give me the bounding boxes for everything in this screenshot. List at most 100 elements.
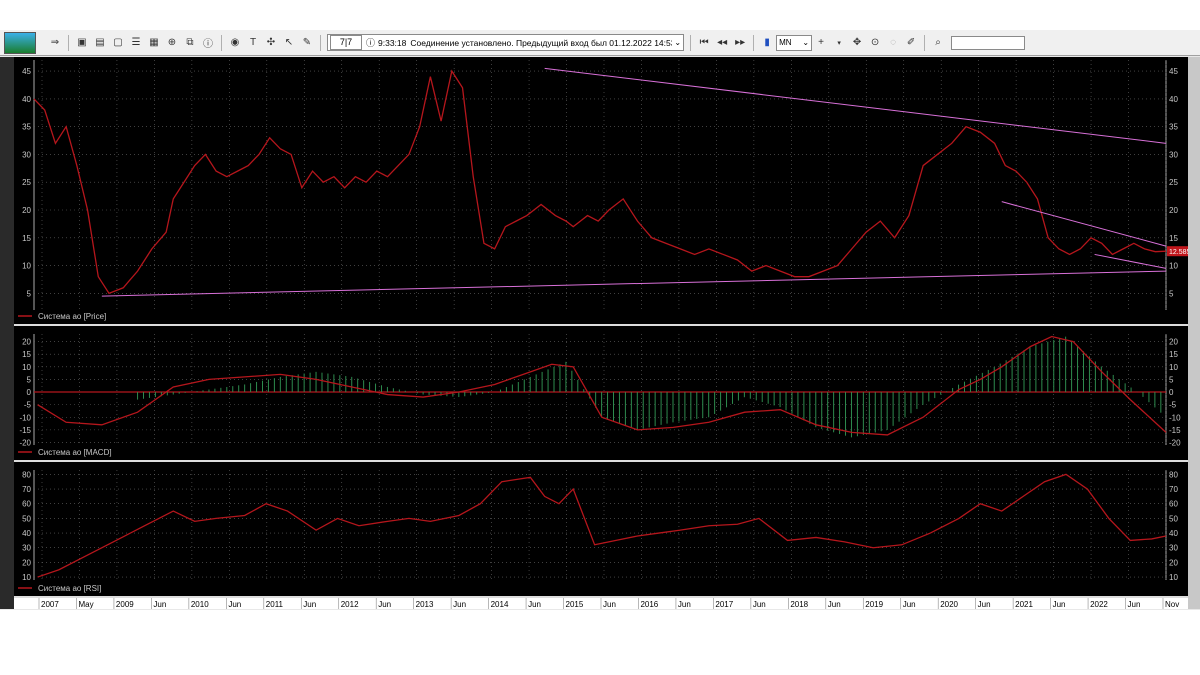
x-tick-label: 2009	[116, 600, 134, 609]
x-tick-label: Jun	[978, 600, 991, 609]
y-tick-label-left: 20	[22, 558, 31, 567]
y-tick-label-right: 20	[1169, 338, 1178, 347]
arrow-right-icon[interactable]: ⇒	[47, 35, 63, 51]
y-tick-label-right: -5	[1169, 401, 1177, 410]
wedge-lower-line	[1094, 253, 1167, 269]
bar-chart-icon[interactable]: ▮	[759, 35, 775, 51]
toolbar-separator	[221, 34, 222, 51]
y-tick-label-right: 70	[1169, 485, 1178, 494]
info-icon[interactable]: ⓘ	[200, 35, 216, 51]
chevron-down-icon[interactable]: ▾	[831, 35, 847, 51]
status-message: Соединение установлено. Предыдущий вход …	[410, 37, 673, 48]
x-tick-label: 2010	[191, 600, 209, 609]
crosshair-icon[interactable]: ✣	[263, 35, 279, 51]
y-tick-label-left: 50	[22, 514, 31, 523]
x-tick-label: 2019	[865, 600, 883, 609]
x-tick-label: 2012	[341, 600, 359, 609]
move-icon[interactable]: ✥	[849, 35, 865, 51]
y-tick-label-left: 30	[22, 150, 31, 159]
x-tick-label: Jun	[1128, 600, 1141, 609]
y-tick-label-right: 20	[1169, 206, 1178, 215]
y-tick-label-left: 30	[22, 544, 31, 553]
y-tick-label-right: 10	[1169, 262, 1178, 271]
y-tick-label-right: 15	[1169, 350, 1178, 359]
chart-area[interactable]: 5 5 10 10 15 15 20 20 25 25 30 30 35 35 40 40 45 45 Систем…	[14, 57, 1191, 609]
y-tick-label-right: 35	[1169, 123, 1178, 132]
circle-icon[interactable]: ◌	[885, 35, 901, 51]
y-tick-label-right: -10	[1169, 413, 1181, 422]
prev-icon[interactable]: ◂◂	[714, 35, 730, 51]
y-tick-label-right: -20	[1169, 438, 1181, 447]
chart-svg[interactable]: 5 510 1015 1520 2025 2530 3035 3540 4045 45Систем…	[14, 57, 1191, 609]
y-tick-label-left: 35	[22, 123, 31, 132]
first-icon[interactable]: ⏮	[696, 35, 712, 51]
text-tool-icon[interactable]: T	[245, 35, 261, 51]
next-icon[interactable]: ▸▸	[732, 35, 748, 51]
price-series-line	[33, 69, 1167, 295]
x-tick-label: 2014	[491, 600, 509, 609]
list-icon[interactable]: ☰	[128, 35, 144, 51]
copy-icon[interactable]: ⧉	[182, 35, 198, 51]
wedge-trend-line	[1001, 201, 1167, 247]
y-tick-label-left: 25	[22, 178, 31, 187]
table-icon[interactable]: ▤	[92, 35, 108, 51]
window-icon[interactable]: ▢	[110, 35, 126, 51]
y-tick-label-right: 5	[1169, 289, 1174, 298]
y-tick-label-left: -20	[19, 438, 31, 447]
y-tick-label-left: -10	[19, 413, 31, 422]
pencil-icon[interactable]: ✐	[903, 35, 919, 51]
x-tick-label: 2007	[41, 600, 59, 609]
search-input[interactable]	[951, 35, 1026, 50]
y-tick-label-right: 15	[1169, 234, 1178, 243]
chevron-down-icon[interactable]: ⌄	[674, 38, 681, 47]
x-tick-label: Jun	[678, 600, 691, 609]
x-tick-label: Jun	[903, 600, 916, 609]
y-tick-label-left: 20	[22, 338, 31, 347]
target-icon[interactable]: ⊙	[867, 35, 883, 51]
y-tick-label-left: 70	[22, 485, 31, 494]
x-tick-label: Jun	[528, 600, 541, 609]
add-icon[interactable]: +	[813, 35, 829, 51]
upper-trend-line	[544, 67, 1167, 144]
x-tick-label: Jun	[453, 600, 466, 609]
y-tick-label-left: -15	[19, 426, 31, 435]
new-chart-icon[interactable]: ▣	[74, 35, 90, 51]
y-tick-label-right: 45	[1169, 67, 1178, 76]
quotes-icon[interactable]: ▦	[146, 35, 162, 51]
x-tick-label: Nov	[1165, 600, 1179, 609]
lower-trend-line	[101, 270, 1167, 297]
search-icon[interactable]: ⌕	[930, 35, 946, 51]
y-tick-label-left: 20	[22, 206, 31, 215]
tools-icon[interactable]: ✎	[299, 35, 315, 51]
x-tick-label: 2020	[940, 600, 958, 609]
y-tick-label-left: 60	[22, 500, 31, 509]
x-tick-label: 2017	[715, 600, 733, 609]
x-tick-label: Jun	[378, 600, 391, 609]
cursor-icon[interactable]: ↖	[281, 35, 297, 51]
zoom-icon[interactable]: ⊕	[164, 35, 180, 51]
y-tick-label-right: 0	[1169, 388, 1174, 397]
x-tick-label: Jun	[1053, 600, 1066, 609]
x-tick-label: 2018	[790, 600, 808, 609]
y-tick-label-right: 25	[1169, 178, 1178, 187]
panel-legend: Система ао [MACD]	[38, 448, 112, 457]
macd-signal-line	[37, 335, 1167, 436]
y-tick-label-left: 0	[27, 388, 32, 397]
x-tick-label: Jun	[303, 600, 316, 609]
y-tick-label-left: 5	[27, 375, 32, 384]
y-tick-label-left: 80	[22, 470, 31, 479]
left-panel-edge	[0, 57, 14, 609]
x-tick-label: 2021	[1015, 600, 1033, 609]
y-tick-label-right: 30	[1169, 150, 1178, 159]
x-tick-label: Jun	[228, 600, 241, 609]
x-tick-label: 2015	[566, 600, 584, 609]
rate-field[interactable]: 7|7	[330, 35, 362, 50]
toolbar-separator	[753, 34, 755, 51]
toolbar: ⇒ ▣ ▤ ▢ ☰ ▦ ⊕ ⧉ ⓘ ◉ T ✣ ↖ ✎ 7|7 ⓘ 9:33:1…	[0, 30, 1200, 56]
y-tick-label-right: 20	[1169, 558, 1178, 567]
x-tick-label: 2022	[1090, 600, 1108, 609]
x-tick-label: 2011	[266, 600, 284, 609]
info-circle-icon[interactable]: ◉	[227, 35, 243, 51]
timeframe-select[interactable]: MN ⌄	[776, 34, 813, 51]
chevron-down-icon: ⌄	[802, 38, 810, 47]
